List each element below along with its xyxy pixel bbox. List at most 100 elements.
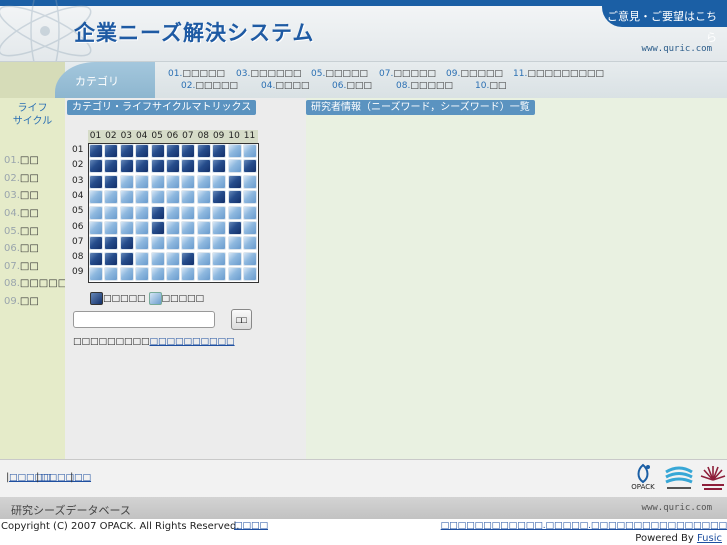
university-logo[interactable]	[699, 462, 727, 494]
matrix-cell[interactable]	[104, 144, 119, 158]
matrix-cell[interactable]	[119, 251, 134, 266]
matrix-cell[interactable]	[181, 251, 196, 266]
matrix-cell[interactable]	[212, 159, 227, 174]
matrix-cell[interactable]	[212, 236, 227, 251]
lifecycle-item-02[interactable]: 02.□□	[4, 173, 39, 184]
matrix-cell[interactable]	[89, 144, 103, 158]
matrix-cell[interactable]	[150, 205, 165, 220]
feedback-link[interactable]: ご意見・ご要望はこちら	[602, 6, 727, 44]
matrix-cell[interactable]	[181, 190, 196, 205]
matrix-cell[interactable]	[227, 267, 242, 282]
matrix-cell[interactable]	[196, 251, 211, 266]
matrix-cell[interactable]	[150, 236, 165, 251]
matrix-cell[interactable]	[150, 251, 165, 266]
matrix-cell[interactable]	[119, 236, 134, 251]
lifecycle-item-05[interactable]: 05.□□	[4, 226, 39, 237]
matrix-cell[interactable]	[227, 174, 242, 189]
lifecycle-item-09[interactable]: 09.□□	[4, 296, 39, 307]
matrix-cell[interactable]	[150, 144, 165, 158]
matrix-cell[interactable]	[135, 236, 150, 251]
matrix-cell[interactable]	[166, 236, 180, 251]
matrix-cell[interactable]	[104, 174, 119, 189]
matrix-cell[interactable]	[181, 174, 196, 189]
category-link-03[interactable]: 03.□□□□□□	[236, 69, 301, 79]
matrix-cell[interactable]	[166, 267, 180, 282]
matrix-cell[interactable]	[89, 267, 103, 282]
matrix-cell[interactable]	[196, 267, 211, 282]
matrix-cell[interactable]	[181, 159, 196, 174]
matrix-cell[interactable]	[181, 267, 196, 282]
matrix-cell[interactable]	[243, 174, 257, 189]
matrix-cell[interactable]	[166, 205, 180, 220]
matrix-cell[interactable]	[243, 159, 257, 174]
matrix-cell[interactable]	[166, 221, 180, 235]
matrix-cell[interactable]	[181, 144, 196, 158]
matrix-cell[interactable]	[135, 190, 150, 205]
copyright-link[interactable]: □□□□	[234, 521, 268, 531]
matrix-cell[interactable]	[135, 267, 150, 282]
matrix-cell[interactable]	[135, 221, 150, 235]
footer-link-2[interactable]: □□□□□□	[40, 473, 91, 483]
matrix-cell[interactable]	[243, 221, 257, 235]
lifecycle-item-07[interactable]: 07.□□	[4, 261, 39, 272]
matrix-cell[interactable]	[150, 190, 165, 205]
matrix-cell[interactable]	[196, 221, 211, 235]
matrix-cell[interactable]	[196, 236, 211, 251]
matrix-cell[interactable]	[119, 205, 134, 220]
matrix-cell[interactable]	[196, 174, 211, 189]
matrix-cell[interactable]	[89, 205, 103, 220]
matrix-cell[interactable]	[119, 267, 134, 282]
matrix-cell[interactable]	[104, 251, 119, 266]
keyword-search-input[interactable]	[73, 311, 215, 328]
matrix-cell[interactable]	[104, 159, 119, 174]
matrix-cell[interactable]	[196, 144, 211, 158]
matrix-cell[interactable]	[243, 205, 257, 220]
matrix-cell[interactable]	[227, 190, 242, 205]
category-link-11[interactable]: 11.□□□□□□□□□	[513, 69, 604, 79]
matrix-cell[interactable]	[89, 221, 103, 235]
matrix-cell[interactable]	[135, 159, 150, 174]
matrix-cell[interactable]	[89, 174, 103, 189]
search-help-link[interactable]: □□□□□□□□□□	[150, 337, 235, 347]
opack-logo[interactable]: OPACK	[627, 462, 659, 494]
matrix-cell[interactable]	[227, 236, 242, 251]
category-link-06[interactable]: 06.□□□	[332, 81, 372, 91]
matrix-cell[interactable]	[150, 267, 165, 282]
matrix-cell[interactable]	[243, 251, 257, 266]
matrix-cell[interactable]	[212, 205, 227, 220]
matrix-cell[interactable]	[150, 159, 165, 174]
category-link-04[interactable]: 04.□□□□	[261, 81, 309, 91]
matrix-cell[interactable]	[212, 190, 227, 205]
matrix-cell[interactable]	[89, 159, 103, 174]
matrix-cell[interactable]	[135, 251, 150, 266]
matrix-cell[interactable]	[119, 159, 134, 174]
matrix-cell[interactable]	[212, 267, 227, 282]
matrix-cell[interactable]	[119, 144, 134, 158]
matrix-cell[interactable]	[227, 159, 242, 174]
matrix-cell[interactable]	[150, 221, 165, 235]
matrix-cell[interactable]	[227, 251, 242, 266]
matrix-cell[interactable]	[227, 144, 242, 158]
matrix-cell[interactable]	[104, 190, 119, 205]
matrix-cell[interactable]	[181, 205, 196, 220]
matrix-cell[interactable]	[196, 159, 211, 174]
footer-right-link[interactable]: □□□□□□□□□□□□.□□□□□.□□□□□□□□□□□□□□□□	[441, 521, 727, 531]
matrix-cell[interactable]	[243, 144, 257, 158]
matrix-cell[interactable]	[166, 144, 180, 158]
matrix-cell[interactable]	[212, 251, 227, 266]
category-link-07[interactable]: 07.□□□□□	[379, 69, 436, 79]
matrix-cell[interactable]	[227, 221, 242, 235]
matrix-cell[interactable]	[166, 174, 180, 189]
matrix-cell[interactable]	[196, 190, 211, 205]
matrix-cell[interactable]	[135, 144, 150, 158]
category-link-08[interactable]: 08.□□□□□	[396, 81, 453, 91]
matrix-cell[interactable]	[243, 190, 257, 205]
powered-by-link[interactable]: Fusic	[697, 533, 722, 544]
lifecycle-item-08[interactable]: 08.□□□□□	[4, 278, 67, 289]
matrix-cell[interactable]	[119, 221, 134, 235]
matrix-cell[interactable]	[119, 190, 134, 205]
lifecycle-item-01[interactable]: 01.□□	[4, 155, 39, 166]
lifecycle-item-04[interactable]: 04.□□	[4, 208, 39, 219]
matrix-cell[interactable]	[196, 205, 211, 220]
matrix-cell[interactable]	[119, 174, 134, 189]
